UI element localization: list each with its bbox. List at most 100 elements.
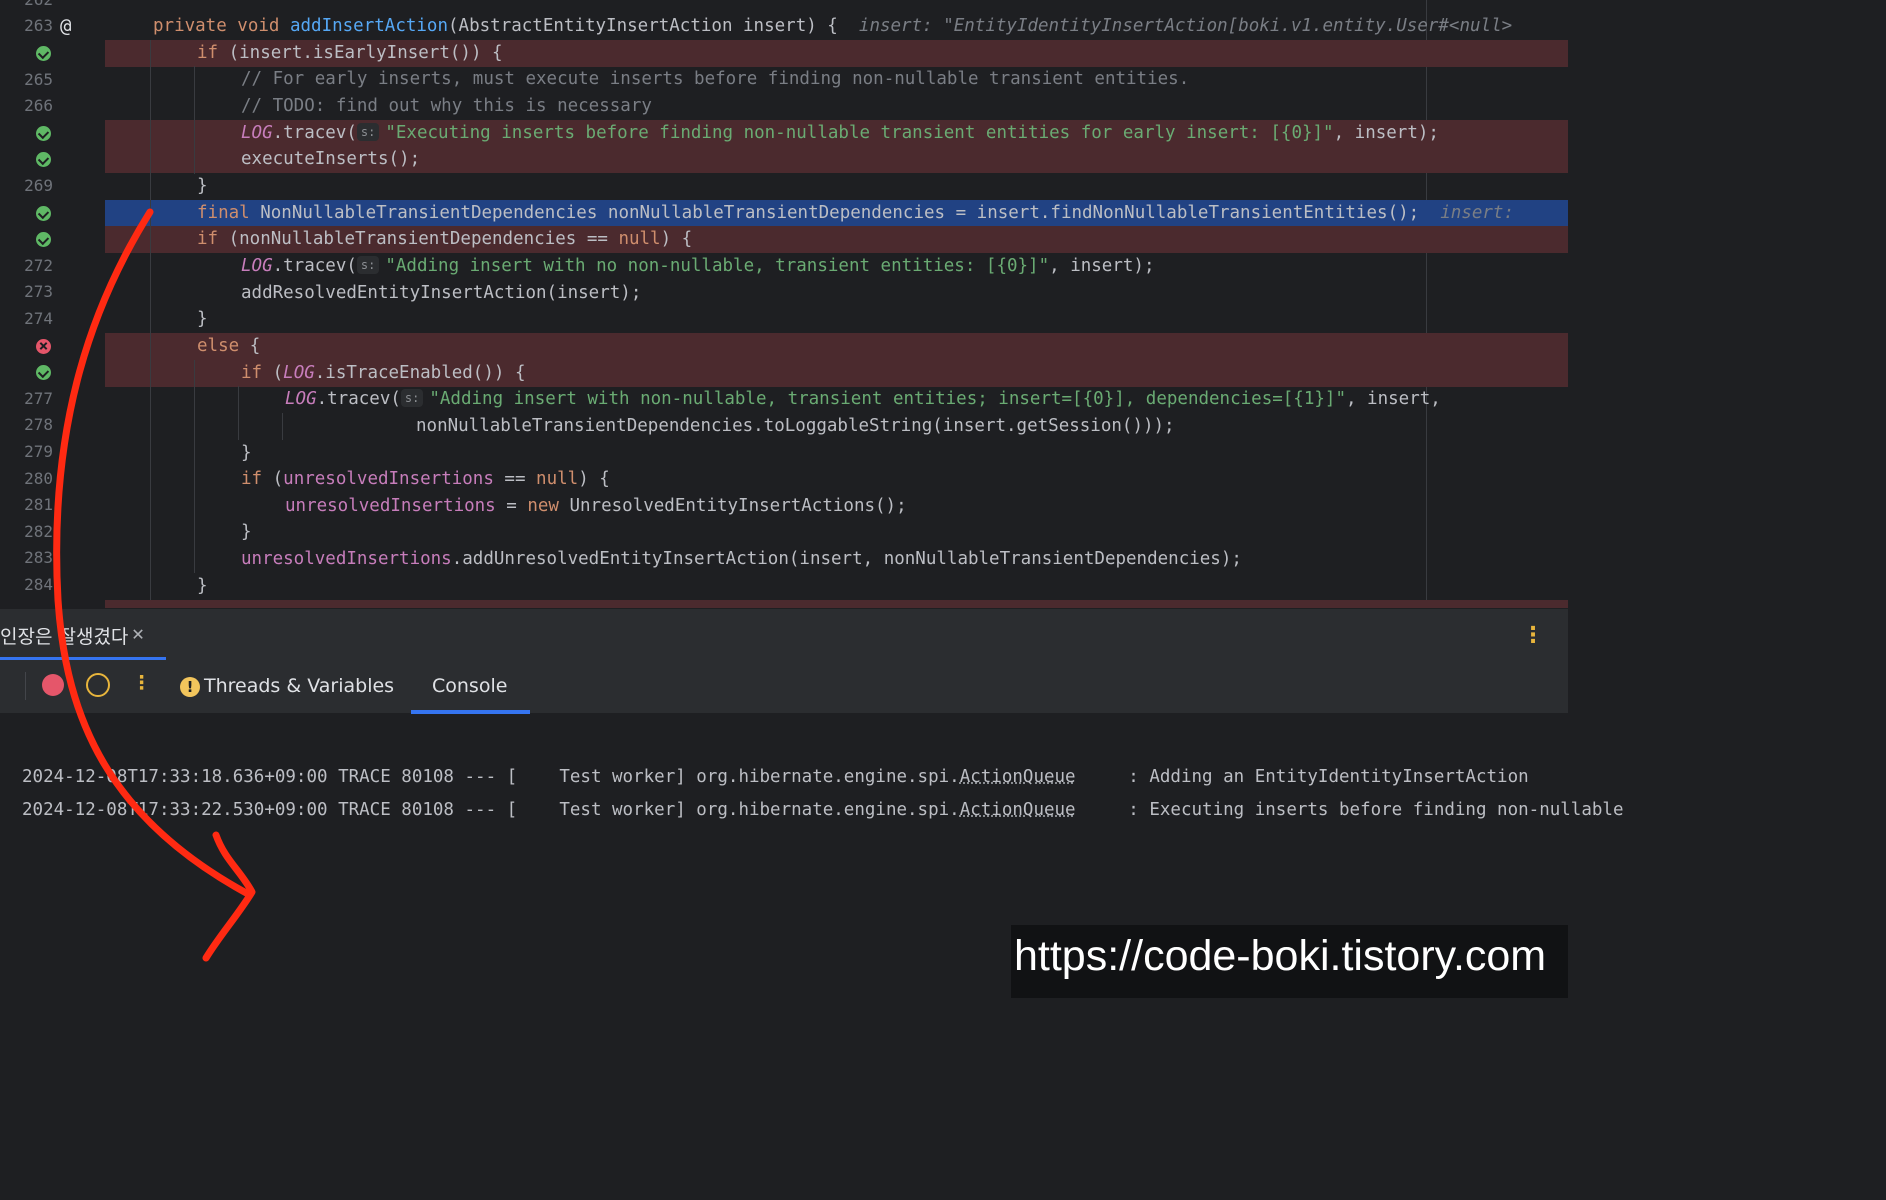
gutter-row[interactable] bbox=[0, 120, 105, 147]
class-link[interactable]: ActionQueue bbox=[960, 800, 1076, 820]
code-line-274[interactable]: } bbox=[105, 306, 1568, 333]
gutter-row[interactable]: 266 bbox=[0, 93, 105, 120]
gutter-row[interactable]: 283 bbox=[0, 545, 105, 572]
mute-breakpoints-icon[interactable] bbox=[86, 673, 110, 697]
gutter-row[interactable]: 262 bbox=[0, 0, 105, 13]
code-editor[interactable]: 262 263 @265 266 269 272 273 274 277 278 279 280 281… bbox=[0, 0, 1568, 608]
line-number: 284 bbox=[24, 574, 53, 594]
code-line-265[interactable]: // For early inserts, must execute inser… bbox=[105, 66, 1568, 93]
line-number: 277 bbox=[24, 388, 53, 408]
code-line-267[interactable]: LOG.tracev(s: "Executing inserts before f… bbox=[105, 120, 1568, 147]
session-tab-label: 인장은 잘생겼다 bbox=[0, 626, 129, 648]
tab-threads-variables[interactable]: ! Threads & Variables bbox=[180, 675, 394, 697]
close-icon[interactable]: ✕ bbox=[132, 621, 144, 645]
line-number: 274 bbox=[24, 308, 53, 328]
indent-guide bbox=[194, 66, 195, 174]
code-line-283[interactable]: unresolvedInsertions.addUnresolvedEntity… bbox=[105, 546, 1568, 573]
gutter-row[interactable]: 282 bbox=[0, 519, 105, 546]
view-breakpoints-icon[interactable] bbox=[42, 674, 64, 696]
debug-session-bar: 인장은 잘생겼다 ✕ ⋮ bbox=[0, 608, 1568, 661]
line-number: 280 bbox=[24, 468, 53, 488]
line-number: 269 bbox=[24, 175, 53, 195]
gutter-row[interactable]: 284 bbox=[0, 572, 105, 599]
code-line-271[interactable]: if (nonNullableTransientDependencies == … bbox=[105, 226, 1568, 253]
gutter-row[interactable] bbox=[0, 226, 105, 253]
log-line: 2024-12-08T17:33:18.636+09:00 TRACE 8010… bbox=[22, 767, 1529, 787]
line-number: 273 bbox=[24, 282, 53, 302]
line-number: 279 bbox=[24, 441, 53, 461]
breakpoint-verified-icon[interactable] bbox=[36, 205, 51, 221]
inline-debug-value: insert: "EntityIdentityInsertAction[boki… bbox=[837, 16, 1513, 36]
code-line-281[interactable]: unresolvedInsertions = new UnresolvedEnt… bbox=[105, 493, 1568, 520]
code-line-276[interactable]: if (LOG.isTraceEnabled()) { bbox=[105, 360, 1568, 387]
indent-guide bbox=[282, 413, 283, 440]
gutter-row[interactable]: 263 @ bbox=[0, 13, 105, 40]
breakpoint-verified-icon[interactable] bbox=[36, 232, 51, 248]
code-line-280[interactable]: if (unresolvedInsertions == null) { bbox=[105, 466, 1568, 493]
toolbar-separator bbox=[25, 672, 26, 700]
param-hint: s: bbox=[356, 256, 380, 274]
line-number: 283 bbox=[24, 548, 53, 568]
gutter-row[interactable]: 273 bbox=[0, 279, 105, 306]
line-number: 263 bbox=[24, 16, 53, 36]
code-line-264[interactable]: if (insert.isEarlyInsert()) { bbox=[105, 40, 1568, 67]
line-number: 262 bbox=[0, 0, 53, 13]
gutter-row[interactable]: 269 bbox=[0, 173, 105, 200]
code-line-263[interactable]: private void addInsertAction(AbstractEnt… bbox=[105, 13, 1568, 40]
gutter-row[interactable]: 265 bbox=[0, 67, 105, 94]
breakpoint-verified-icon[interactable] bbox=[36, 365, 51, 381]
code-line-278[interactable]: nonNullableTransientDependencies.toLogga… bbox=[105, 413, 1568, 440]
gutter-row[interactable] bbox=[0, 40, 105, 67]
code-line-266[interactable]: // TODO: find out why this is necessary bbox=[105, 93, 1568, 120]
inline-debug-value: insert: bbox=[1419, 203, 1514, 223]
warning-icon: ! bbox=[180, 677, 200, 697]
code-line-277[interactable]: LOG.tracev(s: "Adding insert with non-nul… bbox=[105, 386, 1568, 413]
gutter-row[interactable]: 272 bbox=[0, 253, 105, 280]
line-number: 272 bbox=[24, 255, 53, 275]
code-line-268[interactable]: executeInserts(); bbox=[105, 146, 1568, 173]
indent-guide bbox=[238, 386, 239, 440]
code-line-275[interactable]: else { bbox=[105, 333, 1568, 360]
watermark: https://code-boki.tistory.com bbox=[1011, 925, 1568, 998]
method-name: addInsertAction bbox=[289, 16, 449, 36]
gutter-row[interactable] bbox=[0, 359, 105, 386]
breakpoint-verified-icon[interactable] bbox=[36, 152, 51, 168]
gutter: 262 263 @265 266 269 272 273 274 277 278 279 280 281… bbox=[0, 0, 105, 608]
gutter-row[interactable] bbox=[0, 146, 105, 173]
log-line: 2024-12-08T17:33:22.530+09:00 TRACE 8010… bbox=[22, 800, 1624, 820]
tab-console[interactable]: Console bbox=[432, 675, 507, 697]
tab-threads-label: Threads & Variables bbox=[204, 675, 395, 697]
code-line-282[interactable]: } bbox=[105, 519, 1568, 546]
more-options-icon[interactable]: ⋮ bbox=[1522, 623, 1544, 648]
code-line-272[interactable]: LOG.tracev(s: "Adding insert with no non-… bbox=[105, 253, 1568, 280]
code-line-279[interactable]: } bbox=[105, 440, 1568, 467]
gutter-row[interactable]: 281 bbox=[0, 492, 105, 519]
breakpoint-verified-icon[interactable] bbox=[36, 45, 51, 61]
breakpoint-verified-icon[interactable] bbox=[36, 125, 51, 141]
more-actions-icon[interactable]: ⋮ bbox=[132, 672, 151, 694]
code-line-273[interactable]: addResolvedEntityInsertAction(insert); bbox=[105, 280, 1568, 307]
watermark-text: https://code-boki.tistory.com bbox=[1014, 932, 1547, 980]
gutter-row[interactable] bbox=[0, 200, 105, 227]
debug-session-tab[interactable]: 인장은 잘생겼다 ✕ bbox=[0, 609, 166, 661]
line-number: 265 bbox=[24, 69, 53, 89]
indent-guide bbox=[194, 360, 195, 573]
line-number: 266 bbox=[24, 96, 53, 116]
gutter-row[interactable]: 280 bbox=[0, 466, 105, 493]
code-line-269[interactable]: } bbox=[105, 173, 1568, 200]
param-hint: s: bbox=[356, 123, 380, 141]
gutter-row[interactable]: 274 bbox=[0, 306, 105, 333]
line-number: 282 bbox=[24, 521, 53, 541]
indent-guide bbox=[150, 40, 151, 600]
code-line-270-current[interactable]: final NonNullableTransientDependencies n… bbox=[105, 200, 1568, 227]
line-number: 278 bbox=[24, 415, 53, 435]
breakpoint-error-icon[interactable] bbox=[36, 338, 51, 354]
gutter-row[interactable] bbox=[0, 333, 105, 360]
class-link[interactable]: ActionQueue bbox=[960, 767, 1076, 787]
code-line-285 bbox=[105, 600, 1568, 608]
code-line-284[interactable]: } bbox=[105, 573, 1568, 600]
implementation-icon[interactable]: @ bbox=[60, 15, 71, 37]
gutter-row[interactable]: 277 bbox=[0, 386, 105, 413]
gutter-row[interactable]: 278 bbox=[0, 412, 105, 439]
gutter-row[interactable]: 279 bbox=[0, 439, 105, 466]
